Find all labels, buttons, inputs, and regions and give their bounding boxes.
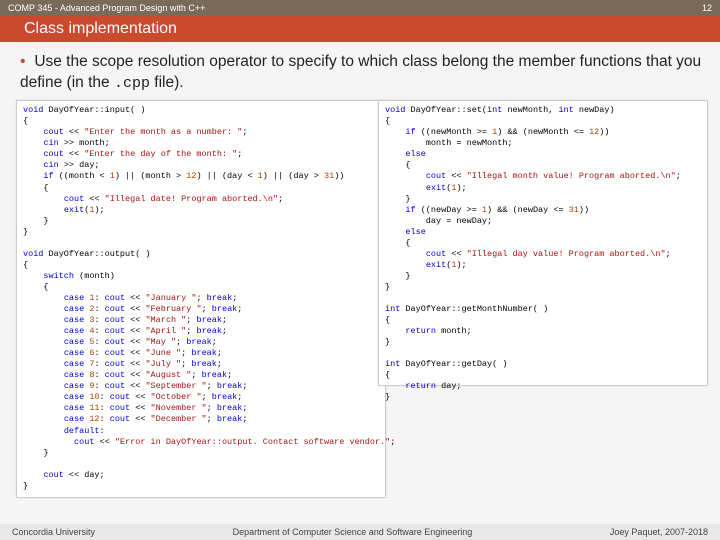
slide-number: 12 xyxy=(702,3,712,13)
bullet-line: • Use the scope resolution operator to s… xyxy=(16,52,704,94)
code-box-left: void DayOfYear::input( ) { cout << "Ente… xyxy=(16,100,386,498)
slide-title: Class implementation xyxy=(24,20,177,38)
slide-content: • Use the scope resolution operator to s… xyxy=(0,42,720,500)
code-area: void DayOfYear::input( ) { cout << "Ente… xyxy=(16,100,704,500)
footer-center: Department of Computer Science and Softw… xyxy=(233,527,473,537)
inline-code: .cpp xyxy=(114,75,150,92)
bullet-text-post: file). xyxy=(150,74,184,91)
slide-title-bar: Class implementation xyxy=(0,16,720,42)
code-box-right: void DayOfYear::set(int newMonth, int ne… xyxy=(378,100,708,386)
footer-left: Concordia University xyxy=(12,527,95,537)
footer-bar: Concordia University Department of Compu… xyxy=(0,524,720,540)
course-label: COMP 345 - Advanced Program Design with … xyxy=(8,3,205,13)
footer-right: Joey Paquet, 2007-2018 xyxy=(610,527,708,537)
bullet-marker: • xyxy=(20,52,30,73)
header-top-bar: COMP 345 - Advanced Program Design with … xyxy=(0,0,720,16)
